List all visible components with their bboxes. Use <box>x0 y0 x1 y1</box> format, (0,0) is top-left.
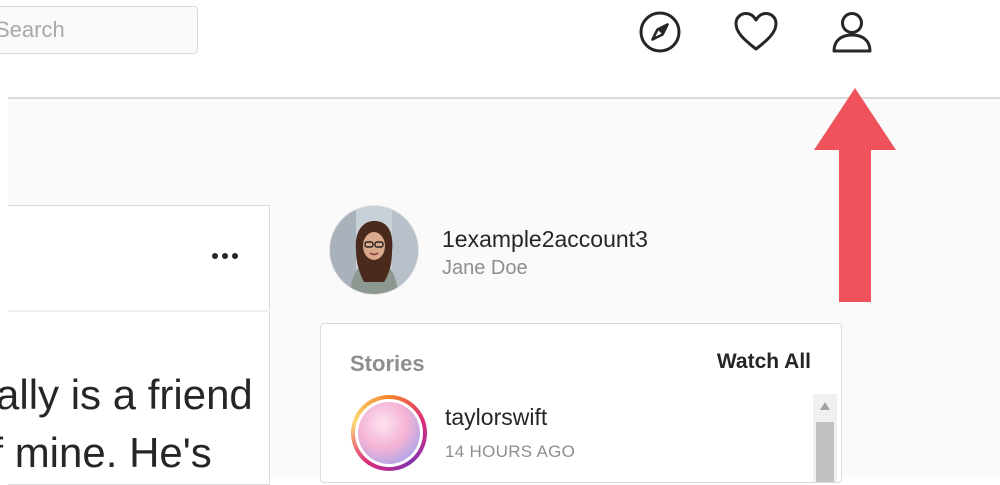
post-header-divider <box>8 310 270 312</box>
triangle-up-icon <box>820 402 830 410</box>
activity-button[interactable] <box>732 8 780 56</box>
scroll-thumb[interactable] <box>816 422 834 482</box>
watch-all-button[interactable]: Watch All <box>717 350 811 374</box>
stories-scrollbar[interactable] <box>813 394 837 482</box>
story-avatar <box>358 402 420 464</box>
profile-full-name: Jane Doe <box>442 257 528 279</box>
scroll-up-button[interactable] <box>813 394 837 418</box>
profile-button[interactable] <box>828 8 876 56</box>
avatar[interactable] <box>329 205 419 295</box>
profile-icon <box>832 12 872 53</box>
stories-panel: Stories Watch All taylorswift 14 HOURS A… <box>320 323 842 483</box>
search-box[interactable] <box>0 6 198 54</box>
profile-username[interactable]: 1example2account3 <box>442 226 648 253</box>
compass-icon <box>639 11 681 53</box>
avatar-photo <box>330 206 418 294</box>
story-username[interactable]: taylorswift <box>445 404 547 431</box>
stories-title: Stories <box>350 351 425 376</box>
arrow-shape <box>814 88 896 302</box>
search-input[interactable] <box>0 7 197 53</box>
more-options-icon[interactable] <box>208 244 242 268</box>
top-navigation-bar <box>0 0 1000 98</box>
explore-button[interactable] <box>636 8 684 56</box>
story-timestamp: 14 HOURS AGO <box>445 442 576 461</box>
story-avatar-frame <box>355 399 423 467</box>
post-image-text: Sally is a friend of mine. He's <box>0 371 253 476</box>
heart-icon <box>734 12 778 51</box>
red-arrow-annotation <box>814 88 896 302</box>
story-avatar-ring[interactable] <box>351 395 427 471</box>
post-card: Sally is a friend of mine. He's <box>0 205 270 485</box>
